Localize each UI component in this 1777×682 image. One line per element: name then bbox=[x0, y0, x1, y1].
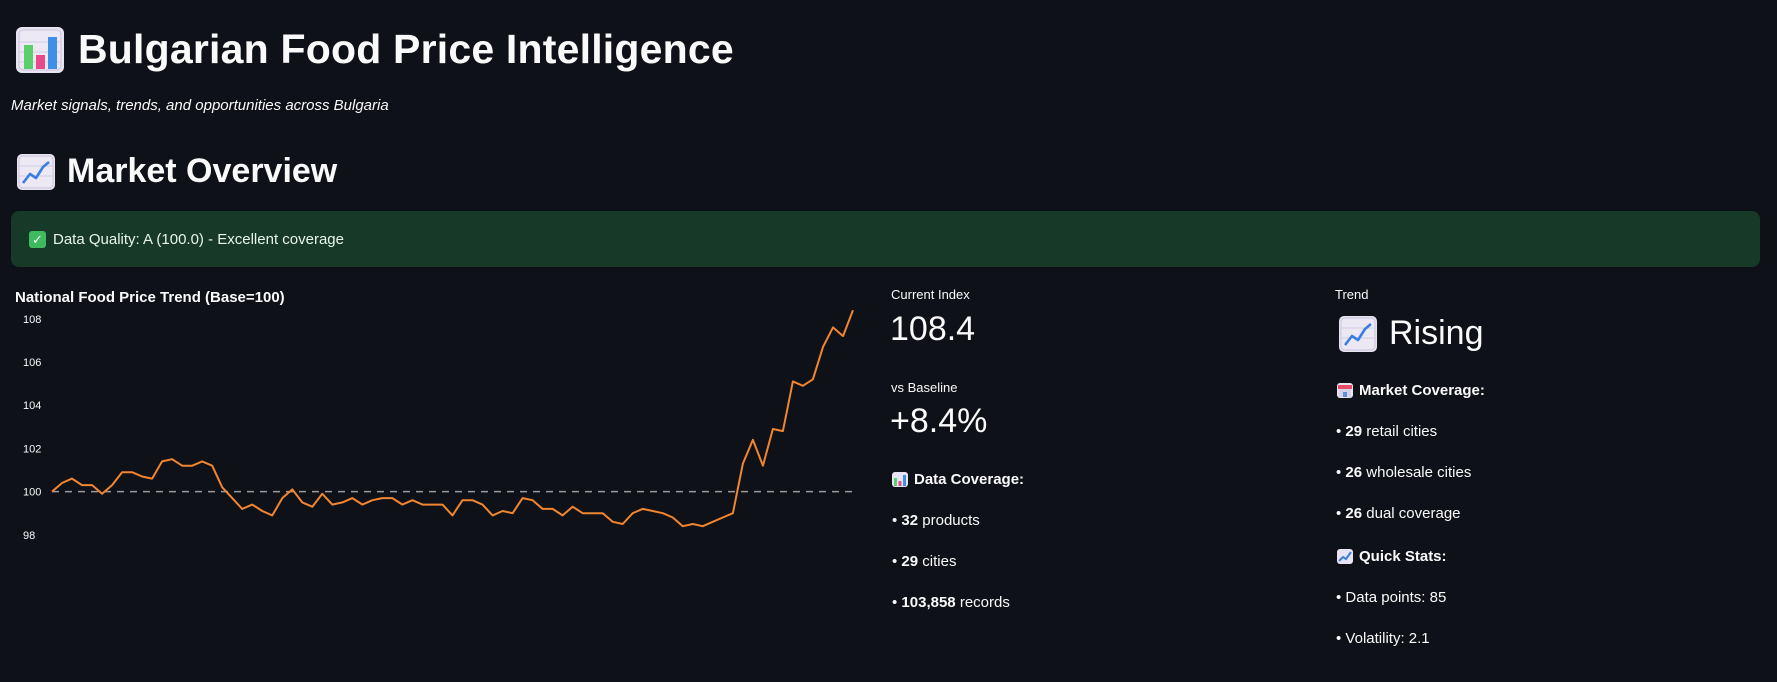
data-quality-text: Data Quality: A (100.0) - Excellent cove… bbox=[53, 230, 344, 248]
quick-stats-heading: Quick Stats: bbox=[1337, 548, 1447, 565]
bar-chart-icon bbox=[892, 472, 908, 487]
y-tick-label-104: 104 bbox=[23, 400, 41, 412]
quick-stats-heading-text: Quick Stats: bbox=[1359, 548, 1447, 565]
trend-value-row: Rising bbox=[1339, 314, 1483, 353]
section-title: Market Overview bbox=[67, 152, 338, 190]
store-icon bbox=[1337, 383, 1353, 398]
data-coverage-heading-text: Data Coverage: bbox=[914, 471, 1025, 488]
y-tick-label-108: 108 bbox=[23, 314, 41, 326]
trend-value: Rising bbox=[1389, 314, 1484, 352]
price-trend-chart: 98 100 102 104 106 108 bbox=[23, 310, 854, 542]
market-retail-cities: • 29 retail cities bbox=[1336, 423, 1438, 440]
bar-chart-icon bbox=[16, 26, 64, 73]
baseline-value: +8.4% bbox=[890, 402, 988, 440]
coverage-records: • 103,858 records bbox=[892, 594, 1010, 611]
current-index-label: Current Index bbox=[891, 287, 970, 302]
chart-title: National Food Price Trend (Base=100) bbox=[15, 289, 285, 306]
trend-label: Trend bbox=[1335, 287, 1369, 302]
y-tick-label-102: 102 bbox=[23, 443, 41, 455]
coverage-cities: • 29 cities bbox=[892, 553, 957, 570]
market-coverage-heading-text: Market Coverage: bbox=[1359, 382, 1485, 399]
current-index-value: 108.4 bbox=[890, 310, 976, 348]
market-dual-coverage: • 26 dual coverage bbox=[1336, 505, 1461, 522]
data-quality-alert: ✓ Data Quality: A (100.0) - Excellent co… bbox=[11, 211, 1760, 267]
page-subtitle: Market signals, trends, and opportunitie… bbox=[11, 97, 389, 114]
market-wholesale-cities: • 26 wholesale cities bbox=[1336, 464, 1472, 481]
coverage-products: • 32 products bbox=[892, 512, 980, 529]
baseline-label: vs Baseline bbox=[891, 380, 958, 395]
chart-increasing-icon bbox=[17, 153, 55, 190]
page-header: Bulgarian Food Price Intelligence bbox=[16, 26, 734, 73]
section-header: Market Overview bbox=[17, 152, 337, 191]
quick-stats-data-points: • Data points: 85 bbox=[1336, 589, 1447, 606]
y-tick-label-98: 98 bbox=[23, 530, 35, 542]
y-tick-label-100: 100 bbox=[23, 487, 41, 499]
chart-increasing-icon bbox=[1339, 315, 1377, 352]
data-coverage-heading: Data Coverage: bbox=[892, 471, 1024, 488]
trend-line-series bbox=[51, 310, 854, 528]
page-title: Bulgarian Food Price Intelligence bbox=[78, 26, 734, 72]
y-tick-label-106: 106 bbox=[23, 357, 41, 369]
quick-stats-volatility: • Volatility: 2.1 bbox=[1336, 630, 1430, 647]
chart-increasing-icon bbox=[1337, 549, 1353, 564]
check-mark-icon: ✓ bbox=[29, 230, 46, 248]
market-coverage-heading: Market Coverage: bbox=[1337, 382, 1485, 399]
